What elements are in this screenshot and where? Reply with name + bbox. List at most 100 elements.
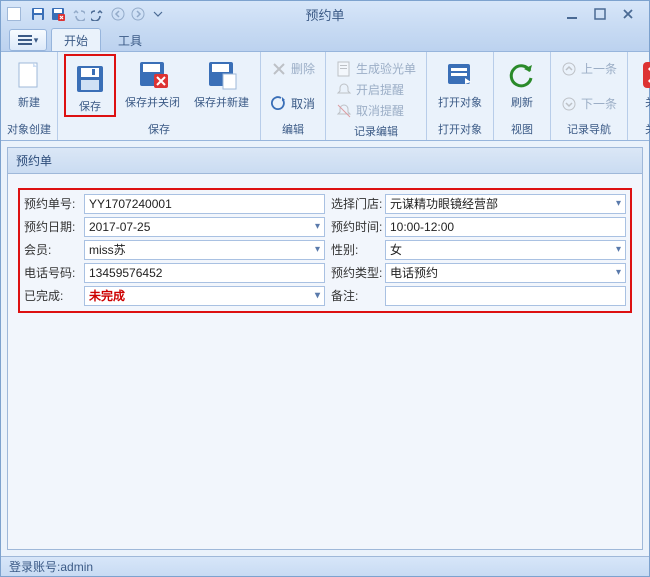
label-store: 选择门店:	[325, 195, 385, 212]
group-create-label: 对象创建	[7, 119, 51, 140]
open-object-button[interactable]: 打开对象	[433, 54, 487, 111]
group-open: 打开对象 打开对象	[427, 52, 494, 140]
prev-record-label: 上一条	[581, 60, 617, 77]
redo-icon	[91, 7, 105, 21]
form-wrap: 预约单号: YY1707240001 选择门店: 元谋精功眼镜经营部 预约日期:…	[8, 174, 642, 323]
cancel-reminder-label: 取消提醒	[356, 102, 404, 119]
open-reminder-label: 开启提醒	[356, 81, 404, 98]
new-icon	[13, 59, 45, 91]
date-field[interactable]: 2017-07-25	[84, 217, 325, 237]
bell-icon	[336, 82, 352, 98]
app-window: 预约单 ▾ 开始 工具 新建 对象创建	[0, 0, 650, 577]
group-close-label: 关闭	[634, 119, 650, 140]
next-record-button[interactable]: 下一条	[557, 93, 621, 114]
type-combo[interactable]: 电话预约	[385, 263, 626, 283]
minimize-button[interactable]	[561, 7, 583, 22]
label-time: 预约时间:	[325, 218, 385, 235]
arrow-up-icon	[561, 61, 577, 77]
qat-save-button[interactable]	[29, 5, 47, 23]
form: 预约单号: YY1707240001 选择门店: 元谋精功眼镜经营部 预约日期:…	[18, 188, 632, 313]
gen-order-label: 生成验光单	[356, 60, 416, 77]
save-icon	[31, 7, 45, 21]
group-view-label: 视图	[500, 119, 544, 140]
open-reminder-button[interactable]: 开启提醒	[332, 79, 420, 100]
delete-icon	[271, 61, 287, 77]
ribbon: 新建 对象创建 保存 保存并关闭 保存并新建	[1, 51, 649, 141]
time-field[interactable]: 10:00-12:00	[385, 217, 626, 237]
group-view: 刷新 视图	[494, 52, 551, 140]
arrow-right-icon	[131, 7, 145, 21]
save-new-button[interactable]: 保存并新建	[189, 54, 254, 111]
group-create: 新建 对象创建	[1, 52, 58, 140]
new-button-label: 新建	[18, 94, 40, 110]
group-edit: 删除 取消 编辑	[261, 52, 326, 140]
statusbar: 登录账号: admin	[1, 556, 649, 576]
qat-dropdown-button[interactable]	[149, 5, 167, 23]
label-type: 预约类型:	[325, 264, 385, 281]
label-phone: 电话号码:	[24, 264, 84, 281]
arrow-down-icon	[561, 96, 577, 112]
undo-icon	[71, 7, 85, 21]
save-button[interactable]: 保存	[68, 58, 112, 115]
save-close-icon	[137, 59, 169, 91]
label-remark: 备注:	[325, 287, 385, 304]
qat-undo-button[interactable]	[69, 5, 87, 23]
group-nav-label: 记录导航	[557, 119, 621, 140]
save-highlight: 保存	[64, 54, 116, 117]
gen-order-button[interactable]: 生成验光单	[332, 58, 420, 79]
save-icon	[74, 63, 106, 95]
save-button-label: 保存	[79, 98, 101, 114]
minimize-icon	[566, 8, 578, 20]
tab-start[interactable]: 开始	[51, 28, 101, 51]
document-icon	[336, 61, 352, 77]
save-new-button-label: 保存并新建	[194, 94, 249, 110]
open-object-label: 打开对象	[438, 94, 482, 110]
tab-tools[interactable]: 工具	[105, 28, 155, 51]
app-icon	[7, 7, 21, 21]
label-date: 预约日期:	[24, 218, 84, 235]
group-edit-label: 编辑	[267, 119, 319, 140]
cancel-reminder-button[interactable]: 取消提醒	[332, 100, 420, 121]
delete-button[interactable]: 删除	[267, 58, 319, 79]
store-combo[interactable]: 元谋精功眼镜经营部	[385, 194, 626, 214]
qat-redo-button[interactable]	[89, 5, 107, 23]
phone-field[interactable]: 13459576452	[84, 263, 325, 283]
prev-record-button[interactable]: 上一条	[557, 58, 621, 79]
label-order-no: 预约单号:	[24, 195, 84, 212]
qat-prev-button[interactable]	[109, 5, 127, 23]
cancel-button[interactable]: 取消	[267, 93, 319, 114]
close-window-button[interactable]	[617, 7, 639, 22]
window-controls	[561, 7, 649, 22]
done-combo[interactable]: 未完成	[84, 286, 325, 306]
list-icon	[18, 35, 32, 45]
delete-button-label: 删除	[291, 60, 315, 77]
member-combo[interactable]: miss苏	[84, 240, 325, 260]
refresh-button[interactable]: 刷新	[500, 54, 544, 111]
qat-save-close-button[interactable]	[49, 5, 67, 23]
remark-field[interactable]	[385, 286, 626, 306]
group-open-label: 打开对象	[433, 119, 487, 140]
save-close-button[interactable]: 保存并关闭	[120, 54, 185, 111]
login-user: admin	[60, 560, 93, 574]
chevron-down-icon: ▾	[34, 35, 39, 46]
file-menu-button[interactable]: ▾	[9, 29, 47, 51]
refresh-icon	[506, 59, 538, 91]
panel-header: 预约单	[8, 148, 642, 174]
chevron-down-icon	[153, 9, 163, 19]
qat-next-button[interactable]	[129, 5, 147, 23]
maximize-button[interactable]	[589, 7, 611, 22]
bell-off-icon	[336, 103, 352, 119]
label-gender: 性别:	[325, 241, 385, 258]
label-done: 已完成:	[24, 287, 84, 304]
group-save: 保存 保存并关闭 保存并新建 保存	[58, 52, 261, 140]
content-panel: 预约单 预约单号: YY1707240001 选择门店: 元谋精功眼镜经营部 预…	[7, 147, 643, 550]
ribbon-tabs: ▾ 开始 工具	[1, 27, 649, 51]
gender-combo[interactable]: 女	[385, 240, 626, 260]
order-no-field[interactable]: YY1707240001	[84, 194, 325, 214]
new-button[interactable]: 新建	[7, 54, 51, 111]
open-icon	[444, 59, 476, 91]
close-button[interactable]: 关闭	[634, 54, 650, 111]
group-record-edit: 生成验光单 开启提醒 取消提醒 记录编辑	[326, 52, 427, 140]
save-close-icon	[51, 7, 65, 21]
group-close: 关闭 关闭	[628, 52, 650, 140]
